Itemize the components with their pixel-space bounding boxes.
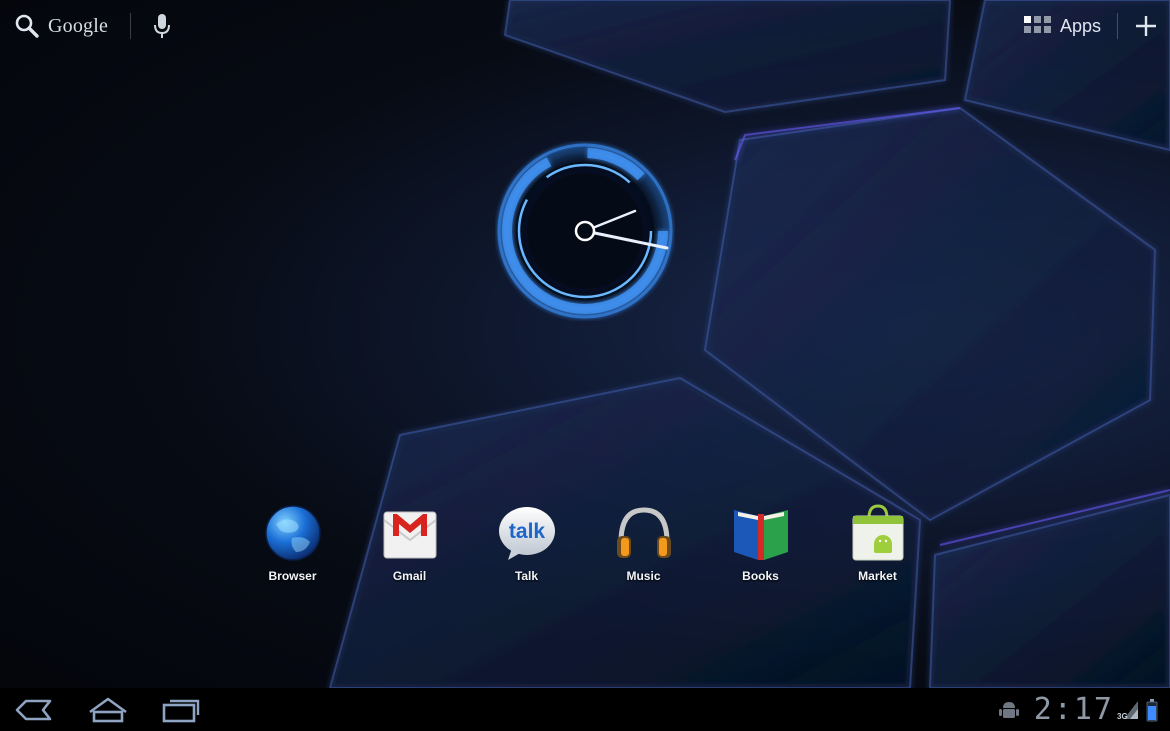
apps-label: Apps: [1059, 15, 1101, 36]
market-bag-icon: [852, 504, 903, 561]
honeycomb-wallpaper: [328, 0, 1170, 689]
home-screen: Google Apps Browser Gmail talk Talk Musi…: [0, 0, 1170, 731]
home-icon[interactable]: [86, 696, 130, 724]
app-gmail[interactable]: Gmail: [351, 502, 468, 583]
books-icon: [733, 510, 788, 560]
recent-apps-icon[interactable]: [158, 696, 202, 724]
app-label: Books: [742, 569, 779, 583]
status-clock: 2:17: [1033, 692, 1114, 727]
app-label: Music: [626, 569, 661, 583]
divider: [130, 13, 132, 39]
status-area[interactable]: 2:17 3G: [998, 688, 1170, 731]
divider: [1117, 13, 1118, 39]
launcher-actions: Apps: [1023, 10, 1158, 42]
search-bar[interactable]: Google: [14, 10, 171, 42]
search-icon[interactable]: [14, 13, 40, 39]
headphones-icon: [616, 507, 671, 558]
clock-widget[interactable]: [495, 141, 675, 321]
apps-button[interactable]: Apps: [1023, 15, 1101, 37]
talk-icon-text: talk: [508, 520, 545, 543]
network-type: 3G: [1117, 711, 1128, 721]
battery-icon: [1146, 698, 1158, 721]
app-market[interactable]: Market: [819, 502, 936, 583]
back-icon[interactable]: [12, 696, 56, 724]
app-dock: Browser Gmail talk Talk Music Books Mark…: [234, 502, 936, 583]
google-search-label[interactable]: Google: [48, 15, 108, 38]
app-label: Browser: [268, 569, 317, 583]
android-notification-icon[interactable]: [998, 699, 1020, 721]
system-bar: 2:17 3G: [0, 688, 1170, 731]
app-label: Talk: [514, 569, 539, 583]
microphone-icon[interactable]: [153, 13, 171, 39]
app-browser[interactable]: Browser: [234, 502, 351, 583]
app-music[interactable]: Music: [585, 502, 702, 583]
app-talk[interactable]: talk Talk: [468, 502, 585, 583]
network-indicator: 3G: [1117, 697, 1140, 723]
gmail-icon: [382, 511, 437, 559]
talk-bubble-icon: talk: [498, 507, 555, 560]
app-label: Market: [858, 569, 897, 583]
add-icon[interactable]: [1134, 14, 1158, 38]
apps-grid-icon: [1023, 16, 1051, 33]
app-books[interactable]: Books: [702, 502, 819, 583]
browser-globe-icon: [264, 505, 321, 561]
app-label: Gmail: [392, 569, 427, 583]
